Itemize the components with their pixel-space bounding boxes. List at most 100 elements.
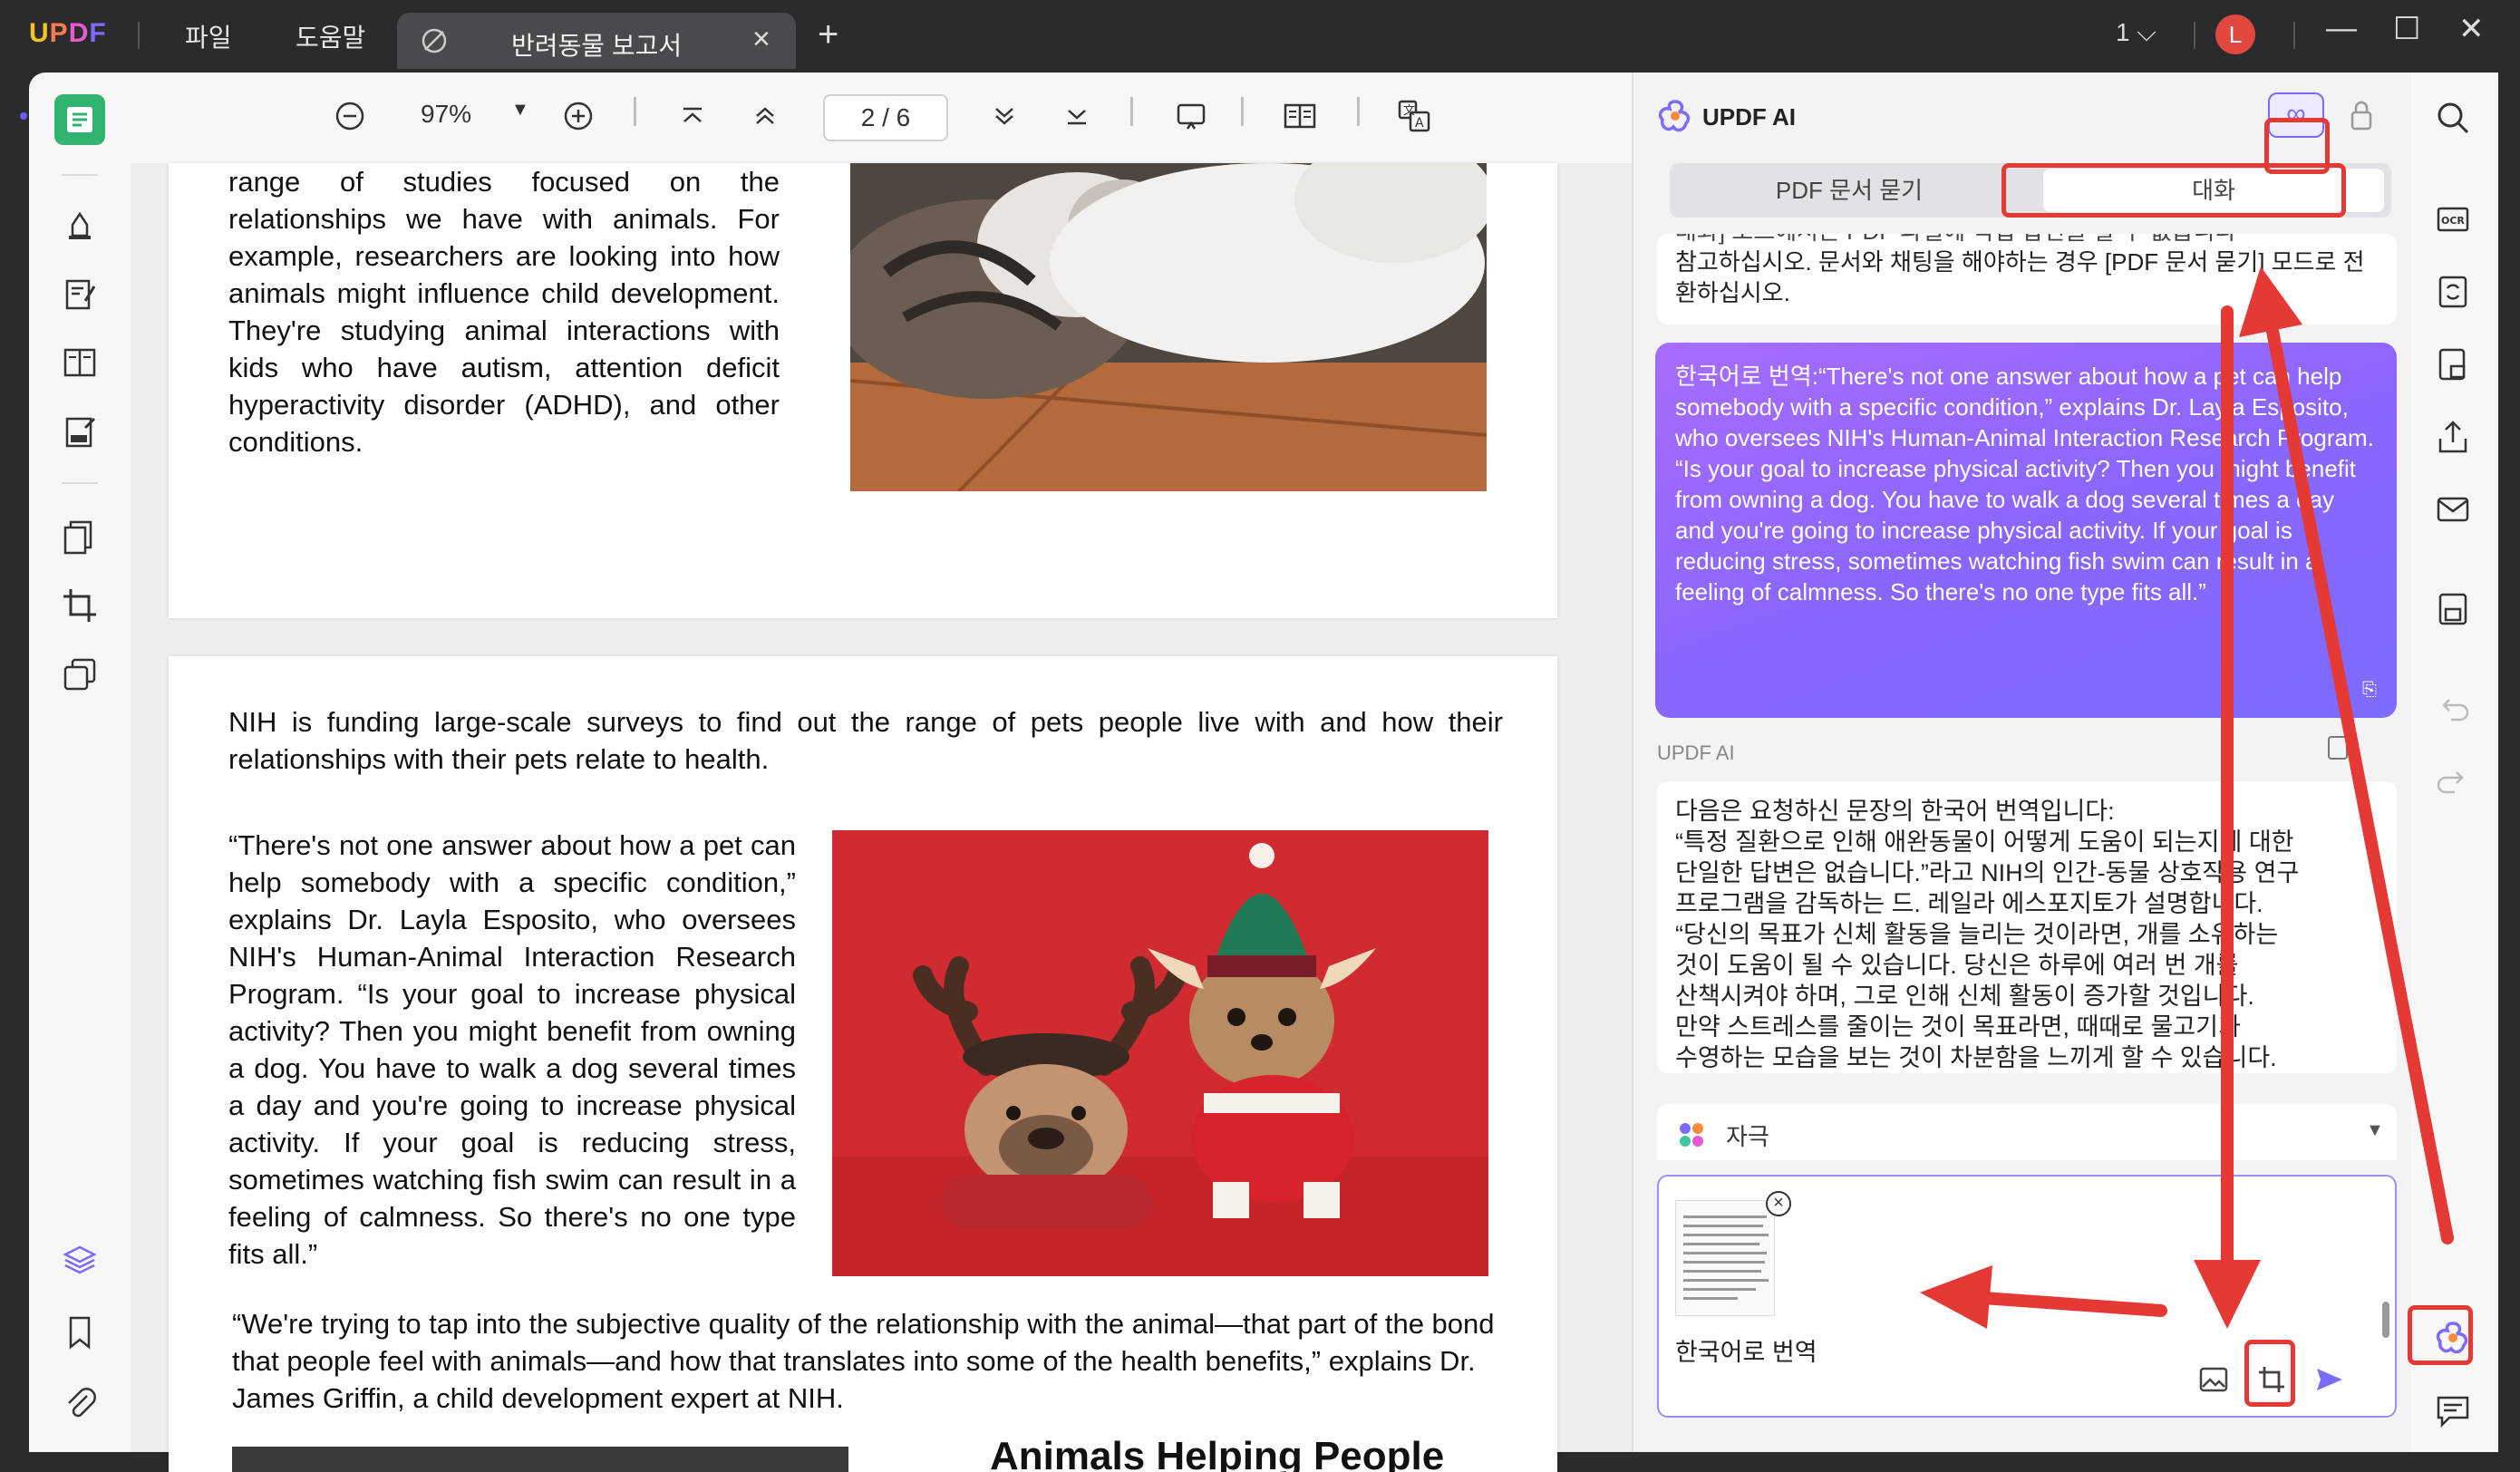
menu-help[interactable]: 도움말	[296, 18, 365, 54]
comment-button[interactable]	[54, 199, 105, 250]
page-number-input[interactable]: 2 / 6	[823, 94, 948, 141]
convert-button[interactable]	[2433, 272, 2476, 315]
next-page-button[interactable]	[986, 98, 1023, 140]
redo-icon	[2437, 771, 2464, 794]
zoom-out-button[interactable]	[332, 98, 368, 140]
document-toolbar: 97% ▼ | 2 / 6 | | | 文A	[131, 73, 1632, 163]
share-icon	[2438, 421, 2467, 453]
mail-icon	[2437, 497, 2469, 522]
updf-window: UPDF 파일 도움말 반려동물 보고서 × + 1 ⌵ L — ☐ ✕ 97%…	[0, 0, 2520, 1472]
form-icon	[65, 417, 96, 448]
remove-thumbnail-button[interactable]: ×	[1766, 1191, 1791, 1216]
comment-icon	[2437, 1396, 2469, 1428]
redo-button[interactable]	[2433, 761, 2476, 805]
prompt-selector[interactable]: 자극 ▼	[1657, 1104, 2397, 1160]
new-tab-button[interactable]: +	[818, 15, 838, 55]
close-window-button[interactable]: ✕	[2458, 11, 2485, 47]
input-scrollbar[interactable]	[2382, 1302, 2389, 1338]
presentation-button[interactable]	[1173, 98, 1209, 140]
reply-line: 다음은 요청하신 문장의 한국어 번역입니다:	[1675, 798, 2115, 825]
divider: |	[1354, 92, 1362, 127]
paragraph: “We're trying to tap into the subjective…	[232, 1308, 1495, 1414]
lock-icon[interactable]	[2350, 100, 2373, 131]
svg-text:文: 文	[1403, 104, 1415, 118]
email-button[interactable]	[2433, 489, 2476, 533]
page-selector[interactable]: 1 ⌵	[2116, 18, 2157, 48]
screenshot-thumbnail[interactable]	[1675, 1200, 1775, 1316]
send-icon[interactable]	[2313, 1363, 2346, 1396]
maximize-button[interactable]: ☐	[2393, 11, 2420, 47]
tab-ask-pdf[interactable]: PDF 문서 묻기	[1675, 169, 2023, 212]
translate-icon: 文A	[1398, 100, 1430, 132]
left-toolbar	[29, 73, 131, 1452]
bookmark-button[interactable]	[54, 1307, 105, 1358]
attachment-button[interactable]	[54, 1378, 105, 1428]
comments-list-button[interactable]	[2433, 1390, 2476, 1434]
undo-icon	[2442, 699, 2469, 721]
share-button[interactable]	[2433, 417, 2476, 460]
last-page-button[interactable]	[1059, 98, 1095, 140]
tab-title: 반려동물 보고서	[511, 32, 683, 60]
copy-response-icon[interactable]	[2328, 736, 2348, 760]
form-button[interactable]	[54, 406, 105, 457]
next-photo	[232, 1447, 848, 1472]
page-layout-button[interactable]	[54, 337, 105, 388]
reader-mode-button[interactable]	[54, 94, 105, 145]
svg-text:A: A	[1415, 116, 1424, 131]
user-message-text: 한국어로 번역:“There's not one answer about ho…	[1675, 363, 2374, 605]
translate-button[interactable]: 文A	[1396, 98, 1432, 140]
page-view-button[interactable]	[1282, 98, 1318, 140]
reply-line: 수영하는 모습을 보는 것이 차분함을 느끼게 할 수 있습니다.	[1675, 1044, 2277, 1071]
document-lock-icon	[2438, 348, 2466, 381]
zoom-dropdown-icon[interactable]: ▼	[511, 100, 529, 121]
close-tab-icon[interactable]: ×	[752, 22, 771, 57]
avatar[interactable]: L	[2215, 15, 2255, 54]
title-bar: UPDF 파일 도움말 반려동물 보고서 × + 1 ⌵ L — ☐ ✕	[0, 0, 2520, 73]
search-icon	[2438, 102, 2469, 134]
crop-button[interactable]	[54, 580, 105, 631]
first-page-button[interactable]	[674, 98, 711, 140]
pdf-page-1: range of studies focused on the relation…	[169, 163, 1557, 618]
info-message: 대화] 모드에서는 PDF 파일에 직접 답변을 할 수 없습니다 참고하십시오…	[1657, 234, 2397, 324]
chevron-down-icon: ▼	[2366, 1120, 2384, 1140]
reply-line: 산책시켜야 하며, 그로 인해 신체 활동이 증가할 것입니다.	[1675, 983, 2254, 1010]
organize-pages-button[interactable]	[54, 511, 105, 562]
updf-logo: UPDF	[29, 18, 107, 48]
convert-icon	[2438, 276, 2467, 308]
highlighter-icon	[69, 211, 91, 239]
zoom-level[interactable]: 97%	[421, 100, 471, 129]
edit-pdf-button[interactable]	[54, 268, 105, 319]
double-chevron-down-icon	[995, 108, 1013, 125]
ai-panel: UPDF AI ∞ PDF 문서 묻기 대화 대화] 모드에서는 PDF 파일에…	[1632, 73, 2411, 1452]
zoom-in-icon	[564, 102, 593, 131]
tools-button[interactable]	[54, 649, 105, 700]
chevron-down-icon: ⌵	[2137, 18, 2157, 46]
chat-input-text[interactable]: 한국어로 번역	[1675, 1332, 1817, 1368]
window-edge	[2498, 73, 2520, 1452]
layers-button[interactable]	[54, 1235, 105, 1285]
stack-icon	[63, 658, 96, 691]
previous-page-button[interactable]	[747, 98, 783, 140]
ocr-button[interactable]: OCR	[2433, 199, 2476, 243]
paragraph: range of studies focused on the relation…	[228, 166, 780, 458]
pages-icon	[63, 520, 92, 555]
protect-button[interactable]	[2433, 344, 2476, 388]
zoom-in-button[interactable]	[560, 98, 596, 140]
pdf-page-2: NIH is funding large-scale surveys to fi…	[169, 656, 1557, 1472]
undo-button[interactable]	[2433, 689, 2476, 732]
minimize-button[interactable]: —	[2326, 11, 2357, 46]
save-button[interactable]	[2433, 589, 2476, 633]
ai-response-label: UPDF AI	[1657, 741, 1735, 764]
highlight-chat-tab	[2001, 163, 2346, 218]
last-page-icon	[1068, 110, 1086, 125]
image-upload-icon[interactable]	[2197, 1363, 2230, 1396]
highlight-screenshot-button	[2244, 1340, 2295, 1407]
divider: |	[1128, 92, 1136, 127]
copy-icon[interactable]: ⎘	[2362, 674, 2377, 705]
zoom-out-icon	[335, 102, 364, 131]
menu-file[interactable]: 파일	[185, 18, 232, 54]
document-tab[interactable]: 반려동물 보고서 ×	[397, 13, 796, 69]
divider	[62, 174, 98, 176]
search-button[interactable]	[2433, 98, 2476, 141]
user-message: 한국어로 번역:“There's not one answer about ho…	[1655, 343, 2397, 718]
